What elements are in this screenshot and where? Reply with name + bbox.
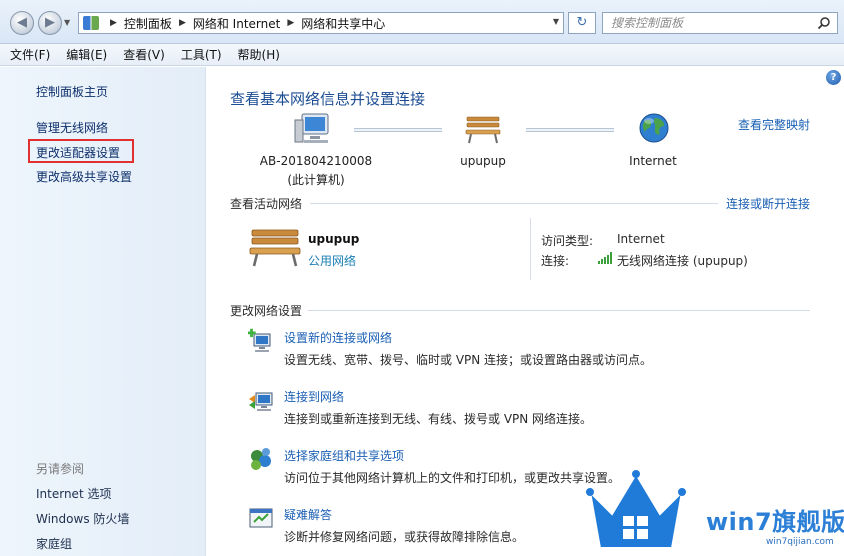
computer-sub: (此计算机) xyxy=(287,173,345,187)
troubleshoot-desc: 诊断并修复网络问题，或获得故障排除信息。 xyxy=(284,530,525,544)
watermark-brand: win7旗舰版 xyxy=(706,508,844,536)
computer-node: AB-201804210008 (此计算机) xyxy=(256,154,376,188)
globe-icon xyxy=(639,113,669,143)
view-full-map-link[interactable]: 查看完整映射 xyxy=(738,116,810,133)
homegroup-icon xyxy=(251,448,271,470)
homegroup-sharing-link[interactable]: 选择家庭组和共享选项 xyxy=(284,447,404,464)
help-icon[interactable]: ? xyxy=(826,70,841,85)
breadcrumb-item-control-panel[interactable]: 控制面板 xyxy=(124,15,172,32)
address-bar: ◀ ▶ ▼ ▶ 控制面板 ▶ 网络和 Internet ▶ 网络和共享中心 ▼ … xyxy=(0,0,844,44)
network-type-link[interactable]: 公用网络 xyxy=(308,252,356,269)
sidebar-item-change-adapter[interactable]: 更改适配器设置 xyxy=(36,144,120,161)
computer-name: AB-201804210008 xyxy=(259,154,373,168)
menu-bar: 文件(F) 编辑(E) 查看(V) 工具(T) 帮助(H) xyxy=(0,44,844,66)
connection-line xyxy=(354,128,442,132)
page-title: 查看基本网络信息并设置连接 xyxy=(230,90,426,108)
setup-connection-link[interactable]: 设置新的连接或网络 xyxy=(284,329,392,346)
search-input[interactable] xyxy=(611,16,811,30)
active-networks-heading: 查看活动网络 xyxy=(230,197,303,211)
breadcrumb-item-network-center[interactable]: 网络和共享中心 xyxy=(301,15,385,32)
wifi-signal-icon xyxy=(598,252,612,264)
sidebar-item-advanced-sharing[interactable]: 更改高级共享设置 xyxy=(36,168,132,185)
sidebar-item-control-panel-home[interactable]: 控制面板主页 xyxy=(36,83,108,100)
network-setup-icon xyxy=(248,328,271,352)
troubleshoot-icon xyxy=(249,508,273,528)
sidebar: 控制面板主页 管理无线网络 更改适配器设置 更改高级共享设置 另请参阅 Inte… xyxy=(0,67,206,556)
connect-to-network-link[interactable]: 连接到网络 xyxy=(284,388,344,405)
connection-label: 连接: xyxy=(541,254,570,268)
divider xyxy=(530,218,531,280)
menu-edit[interactable]: 编辑(E) xyxy=(66,46,107,63)
breadcrumb[interactable]: ▶ 控制面板 ▶ 网络和 Internet ▶ 网络和共享中心 ▼ xyxy=(78,12,564,34)
chevron-right-icon[interactable]: ▶ xyxy=(287,18,294,28)
connection-line xyxy=(526,128,614,132)
sidebar-item-manage-wireless[interactable]: 管理无线网络 xyxy=(36,119,108,136)
setup-connection-desc: 设置无线、宽带、拨号、临时或 VPN 连接；或设置路由器或访问点。 xyxy=(284,353,653,367)
computer-icon xyxy=(294,113,329,143)
internet-node[interactable]: Internet xyxy=(614,154,692,168)
see-also-firewall[interactable]: Windows 防火墙 xyxy=(36,510,129,527)
history-dropdown-icon[interactable]: ▼ xyxy=(64,18,70,27)
troubleshoot-link[interactable]: 疑难解答 xyxy=(284,506,332,523)
watermark-url: win7qijian.com xyxy=(766,537,834,547)
refresh-button[interactable]: ↻ xyxy=(568,12,596,34)
search-box[interactable] xyxy=(602,12,838,34)
wireless-connection-link[interactable]: 无线网络连接 (upupup) xyxy=(617,252,748,269)
see-also-label: 另请参阅 xyxy=(36,462,85,476)
divider xyxy=(308,310,810,311)
search-icon[interactable] xyxy=(817,16,831,30)
menu-view[interactable]: 查看(V) xyxy=(123,46,165,63)
connect-network-icon xyxy=(249,392,273,411)
divider xyxy=(310,203,718,204)
change-settings-heading: 更改网络设置 xyxy=(230,304,303,318)
breadcrumb-item-network-internet[interactable]: 网络和 Internet xyxy=(193,15,280,32)
see-also-internet-options[interactable]: Internet 选项 xyxy=(36,485,111,502)
menu-file[interactable]: 文件(F) xyxy=(10,46,50,63)
bench-icon xyxy=(249,229,301,267)
chevron-right-icon[interactable]: ▶ xyxy=(110,18,117,28)
menu-help[interactable]: 帮助(H) xyxy=(238,46,280,63)
homegroup-sharing-desc: 访问位于其他网络计算机上的文件和打印机，或更改共享设置。 xyxy=(284,471,621,485)
connect-disconnect-link[interactable]: 连接或断开连接 xyxy=(726,195,810,212)
network-node[interactable]: upupup xyxy=(443,154,523,168)
control-panel-icon xyxy=(83,16,99,30)
see-also-homegroup[interactable]: 家庭组 xyxy=(36,535,72,552)
access-type-label: 访问类型: xyxy=(541,234,594,248)
chevron-right-icon[interactable]: ▶ xyxy=(179,18,186,28)
back-button[interactable]: ◀ xyxy=(10,11,34,35)
bench-icon xyxy=(465,116,501,144)
connect-to-network-desc: 连接到或重新连接到无线、有线、拨号或 VPN 网络连接。 xyxy=(284,412,593,426)
menu-tools[interactable]: 工具(T) xyxy=(181,46,222,63)
forward-button[interactable]: ▶ xyxy=(38,11,62,35)
access-type-value: Internet xyxy=(617,232,665,246)
active-network-name: upupup xyxy=(308,232,360,246)
address-dropdown-icon[interactable]: ▼ xyxy=(553,17,559,26)
